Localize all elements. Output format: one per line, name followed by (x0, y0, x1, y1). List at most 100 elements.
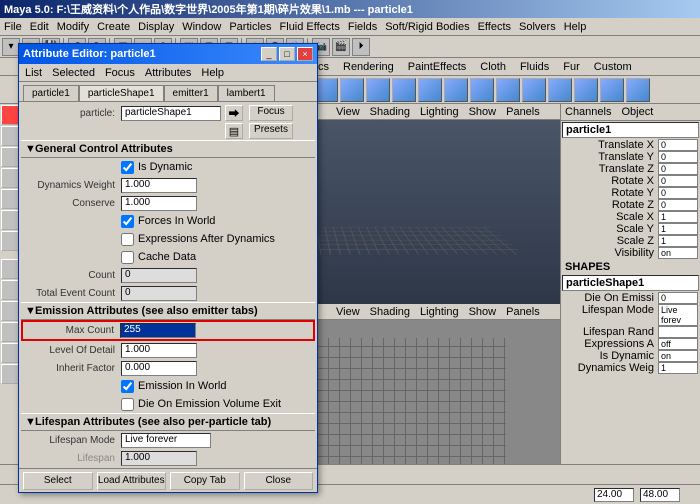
shelf-tab[interactable]: cs (318, 61, 329, 73)
expr-after-checkbox[interactable] (121, 233, 134, 246)
cache-checkbox[interactable] (121, 251, 134, 264)
channel-value[interactable]: 1 (658, 223, 698, 235)
shelf-tab[interactable]: Rendering (343, 61, 394, 73)
menu-softrigid[interactable]: Soft/Rigid Bodies (385, 21, 469, 33)
menu-solvers[interactable]: Solvers (519, 21, 556, 33)
shelf-button[interactable] (626, 78, 650, 102)
max-count-field[interactable]: 255 (120, 323, 196, 338)
shelf-tab[interactable]: Fluids (520, 61, 549, 73)
ae-menu-list[interactable]: List (25, 67, 42, 79)
shelf-button[interactable] (574, 78, 598, 102)
shelf-tab[interactable]: Custom (594, 61, 632, 73)
ae-tab[interactable]: lambert1 (218, 85, 275, 101)
menu-effects[interactable]: Effects (478, 21, 511, 33)
channel-value[interactable]: 1 (658, 211, 698, 223)
die-volume-checkbox[interactable] (121, 398, 134, 411)
go-icon[interactable]: ⮕ (225, 105, 243, 121)
channel-value[interactable] (658, 326, 698, 338)
shelf-button[interactable] (392, 78, 416, 102)
menu-edit[interactable]: Edit (30, 21, 49, 33)
channel-value[interactable]: 1 (658, 235, 698, 247)
shelf-tab[interactable]: Cloth (480, 61, 506, 73)
vp-menu-panels[interactable]: Panels (506, 306, 540, 318)
vp-menu-view[interactable]: View (336, 106, 360, 118)
ae-tab[interactable]: particle1 (23, 85, 79, 101)
channel-value[interactable]: on (658, 350, 698, 362)
channel-value[interactable]: 0 (658, 175, 698, 187)
channel-value[interactable]: on (658, 247, 698, 259)
shelf-button[interactable] (522, 78, 546, 102)
emission-world-checkbox[interactable] (121, 380, 134, 393)
menu-display[interactable]: Display (138, 21, 174, 33)
menu-window[interactable]: Window (182, 21, 221, 33)
close-icon[interactable]: × (297, 47, 313, 61)
channel-value[interactable]: off (658, 338, 698, 350)
ae-menu-help[interactable]: Help (201, 67, 224, 79)
ae-menu-attributes[interactable]: Attributes (145, 67, 191, 79)
ae-node-tabs[interactable]: particle1 particleShape1 emitter1 lamber… (19, 82, 317, 102)
menu-create[interactable]: Create (97, 21, 130, 33)
toolbar-button[interactable]: ⏵ (352, 38, 370, 56)
close-button[interactable]: Close (244, 472, 314, 490)
shelf-button[interactable] (548, 78, 572, 102)
inherit-factor-field[interactable]: 0.000 (121, 361, 197, 376)
menu-help[interactable]: Help (564, 21, 587, 33)
vp-menu-show[interactable]: Show (469, 106, 497, 118)
ae-titlebar[interactable]: Attribute Editor: particle1 _ □ × (19, 44, 317, 64)
vp-menu-view[interactable]: View (336, 306, 360, 318)
shelf-button[interactable] (366, 78, 390, 102)
vp-menu-lighting[interactable]: Lighting (420, 306, 459, 318)
maximize-icon[interactable]: □ (279, 47, 295, 61)
object-tab[interactable]: Object (621, 106, 653, 118)
ae-menubar[interactable]: List Selected Focus Attributes Help (19, 64, 317, 82)
node-name-field[interactable]: particleShape1 (121, 106, 221, 121)
shape-name[interactable]: particleShape1 (562, 275, 699, 291)
shelf-button[interactable] (418, 78, 442, 102)
vp-menu-panels[interactable]: Panels (506, 106, 540, 118)
ae-tab[interactable]: emitter1 (164, 85, 218, 101)
lifespan-section-header[interactable]: ▼Lifespan Attributes (see also per-parti… (21, 413, 315, 431)
range-start-field[interactable]: 24.00 (594, 488, 634, 502)
main-menubar[interactable]: File Edit Modify Create Display Window P… (0, 18, 700, 36)
copy-tab-button[interactable]: Copy Tab (170, 472, 240, 490)
ae-tab[interactable]: particleShape1 (79, 85, 164, 101)
channel-value[interactable]: 0 (658, 292, 698, 304)
vp-menu-shading[interactable]: Shading (370, 306, 410, 318)
focus-button[interactable]: Focus (249, 105, 293, 121)
channel-value[interactable]: 0 (658, 187, 698, 199)
channel-value[interactable]: 0 (658, 151, 698, 163)
ae-menu-focus[interactable]: Focus (105, 67, 135, 79)
is-dynamic-checkbox[interactable] (121, 161, 134, 174)
shelf-tab[interactable]: Fur (563, 61, 580, 73)
shelf-button[interactable] (600, 78, 624, 102)
lifespan-mode-select[interactable]: Live forever (121, 433, 211, 448)
range-end-field[interactable]: 48.00 (640, 488, 680, 502)
select-button[interactable]: Select (23, 472, 93, 490)
shelf-button[interactable] (470, 78, 494, 102)
node-name[interactable]: particle1 (562, 122, 699, 138)
ae-menu-selected[interactable]: Selected (52, 67, 95, 79)
menu-modify[interactable]: Modify (57, 21, 89, 33)
channel-value[interactable]: 1 (658, 362, 698, 374)
shelf-button[interactable] (340, 78, 364, 102)
shelf-button[interactable] (496, 78, 520, 102)
menu-fluids[interactable]: Fluid Effects (280, 21, 340, 33)
shelf-tab[interactable]: PaintEffects (408, 61, 467, 73)
vp-menu-show[interactable]: Show (469, 306, 497, 318)
vp-menu-lighting[interactable]: Lighting (420, 106, 459, 118)
channel-value[interactable]: 0 (658, 199, 698, 211)
toolbar-button[interactable]: 🎬 (332, 38, 350, 56)
general-section-header[interactable]: ▼General Control Attributes (21, 140, 315, 158)
menu-fields[interactable]: Fields (348, 21, 377, 33)
conserve-field[interactable]: 1.000 (121, 196, 197, 211)
channels-tab[interactable]: Channels (565, 106, 611, 118)
presets-icon[interactable]: ▤ (225, 123, 243, 139)
channel-value[interactable]: 0 (658, 139, 698, 151)
load-attributes-button[interactable]: Load Attributes (97, 472, 167, 490)
emission-section-header[interactable]: ▼Emission Attributes (see also emitter t… (21, 302, 315, 320)
channel-value[interactable]: Live forev (658, 304, 698, 326)
lod-field[interactable]: 1.000 (121, 343, 197, 358)
shelf-button[interactable] (444, 78, 468, 102)
presets-button[interactable]: Presets (249, 123, 293, 139)
channel-value[interactable]: 0 (658, 163, 698, 175)
